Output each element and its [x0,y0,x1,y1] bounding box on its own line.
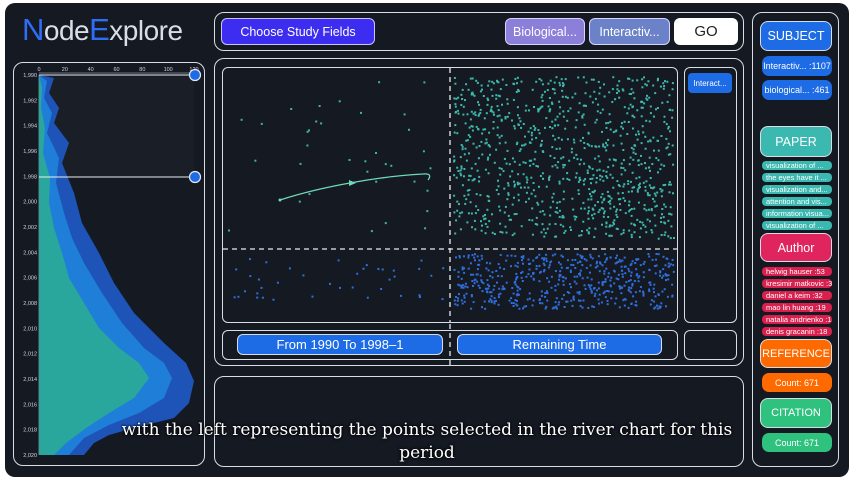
river-y-tick: 1,990 [23,73,37,79]
river-chart[interactable]: 0204060801001201,9901,9921,9941,9961,998… [14,63,204,463]
paper-item[interactable]: visualization and... [762,185,832,194]
author-button[interactable]: Author [760,233,832,262]
paper-item[interactable]: attention and vis... [762,197,832,206]
reference-button[interactable]: REFERENCE [760,339,832,368]
river-x-tick: 80 [139,67,145,73]
video-caption-line2: period [399,443,455,463]
arrow-start-dot [278,198,282,202]
river-x-tick: 60 [113,67,119,73]
reference-count: Count: 671 [762,373,832,392]
river-y-tick: 2,014 [23,377,37,383]
river-y-tick: 2,004 [23,250,37,256]
author-item[interactable]: daniel a keim :32 [762,291,832,300]
paper-item[interactable]: visualization of ... [762,161,832,170]
river-y-tick: 2,008 [23,301,37,307]
river-y-tick: 1,992 [23,98,37,104]
river-y-tick: 1,994 [23,124,37,130]
author-item[interactable]: denis gracanin :18 [762,327,832,336]
go-button[interactable]: GO [674,18,738,45]
subject-item[interactable]: Interactiv... :1107 [762,56,832,76]
river-selection-handle[interactable] [188,68,202,82]
trend-arrow [279,173,431,201]
paper-button[interactable]: PAPER [760,126,832,157]
subject-item[interactable]: biological... :461 [762,80,832,100]
field-button-biological[interactable]: Biological... [505,18,585,45]
scatter-plot[interactable] [223,68,677,322]
author-item[interactable]: kresimir matkovic :33 [762,279,832,288]
river-x-tick: 0 [37,67,40,73]
river-x-tick: 40 [88,67,94,73]
field-button-interactive[interactable]: Interactiv... [589,18,670,45]
paper-item[interactable]: information visua... [762,209,832,218]
author-item[interactable]: mao lin huang :19 [762,303,832,312]
video-caption-line1: with the left representing the points se… [121,420,733,440]
river-x-tick: 20 [62,67,68,73]
extra-box [684,330,737,360]
river-x-tick: 100 [164,67,173,73]
river-selection-handle[interactable] [188,170,202,184]
paper-item[interactable]: the eyes have it ... [762,173,832,182]
legend-column [684,67,737,323]
subject-button[interactable]: SUBJECT [760,21,832,51]
river-y-tick: 2,000 [23,200,37,206]
choose-study-fields-button[interactable]: Choose Study Fields [221,18,375,45]
paper-item[interactable]: visualization of ... [762,221,832,230]
author-item[interactable]: helwig hauser :53 [762,267,832,276]
river-y-tick: 1,996 [23,149,37,155]
river-y-tick: 2,016 [23,402,37,408]
app-logo: NodeExplore [22,12,183,47]
author-item[interactable]: natalia andrienko :18 [762,315,832,324]
river-y-tick: 2,010 [23,326,37,332]
remaining-time-button[interactable]: Remaining Time [457,334,662,355]
from-range-button[interactable]: From 1990 To 1998–1 [237,334,443,355]
legend-tag-interactive[interactable]: Interact... [688,73,732,93]
arrow-head [349,180,356,186]
river-y-tick: 1,998 [23,174,37,180]
river-y-tick: 2,002 [23,225,37,231]
river-y-tick: 2,006 [23,276,37,282]
river-y-tick: 2,012 [23,352,37,358]
